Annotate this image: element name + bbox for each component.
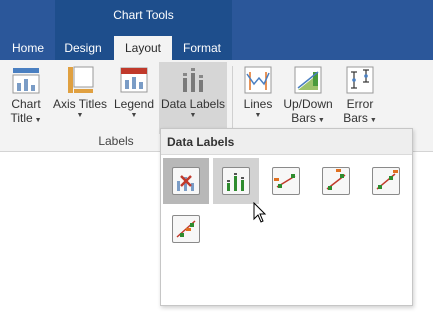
- data-labels-label: Data Labels: [160, 97, 226, 111]
- axis-titles-button[interactable]: Axis Titles ▼: [52, 62, 108, 134]
- data-labels-right-icon: [376, 170, 398, 190]
- app-window: Chart Tools Home Design Layout Format Ch…: [0, 0, 433, 315]
- data-labels-gallery: Data Labels: [160, 128, 413, 306]
- data-labels-none-icon: [177, 175, 194, 191]
- up-down-bars-button[interactable]: Up/Down Bars ▼: [282, 62, 334, 134]
- up-down-bars-label-line2: Bars: [291, 111, 316, 125]
- data-labels-below-icon: [176, 220, 196, 238]
- chevron-down-icon: ▼: [254, 112, 262, 119]
- lines-label: Lines: [243, 97, 273, 111]
- lines-icon: [244, 66, 272, 94]
- tab-design[interactable]: Design: [56, 36, 110, 60]
- error-bars-icon: [346, 66, 374, 94]
- data-labels-right-option[interactable]: [363, 158, 409, 204]
- up-down-bars-icon: [294, 66, 322, 94]
- chart-title-icon: [12, 68, 40, 94]
- error-bars-label-line2: Bars: [343, 111, 368, 125]
- data-labels-left-option[interactable]: [263, 158, 309, 204]
- data-labels-left-icon: [274, 174, 296, 188]
- data-labels-button[interactable]: Data Labels ▼: [159, 62, 227, 134]
- data-labels-default-option[interactable]: [213, 158, 259, 204]
- chart-title-label-line2: Title: [10, 111, 33, 125]
- tab-layout[interactable]: Layout: [114, 36, 172, 60]
- data-labels-above-option[interactable]: [313, 158, 359, 204]
- chevron-down-icon: ▼: [189, 112, 197, 119]
- mouse-cursor-icon: [253, 202, 267, 223]
- legend-label: Legend: [113, 97, 155, 111]
- error-bars-label: Error: [346, 97, 374, 111]
- error-bars-button[interactable]: Error Bars ▼: [338, 62, 382, 134]
- data-labels-below-option[interactable]: [163, 206, 209, 252]
- data-labels-none-option[interactable]: [163, 158, 209, 204]
- legend-icon: [120, 67, 148, 93]
- context-tab-title: Chart Tools: [113, 8, 174, 22]
- tab-home[interactable]: Home: [4, 36, 52, 60]
- chevron-down-icon: ▼: [130, 112, 138, 119]
- data-labels-default-icon: [227, 173, 244, 191]
- data-labels-icon: [183, 68, 203, 92]
- tab-format[interactable]: Format: [174, 36, 230, 60]
- chart-title-label: Chart: [11, 97, 41, 111]
- legend-button[interactable]: Legend ▼: [112, 62, 156, 134]
- up-down-bars-label: Up/Down: [283, 97, 333, 111]
- gallery-header: Data Labels: [161, 129, 412, 155]
- axis-titles-label: Axis Titles: [52, 97, 107, 111]
- chevron-down-icon: ▼: [76, 112, 84, 119]
- axis-titles-icon: [68, 66, 94, 93]
- chart-title-button[interactable]: Chart Title ▼: [4, 62, 48, 134]
- data-labels-above-icon: [326, 169, 346, 190]
- lines-button[interactable]: Lines ▼: [240, 62, 276, 134]
